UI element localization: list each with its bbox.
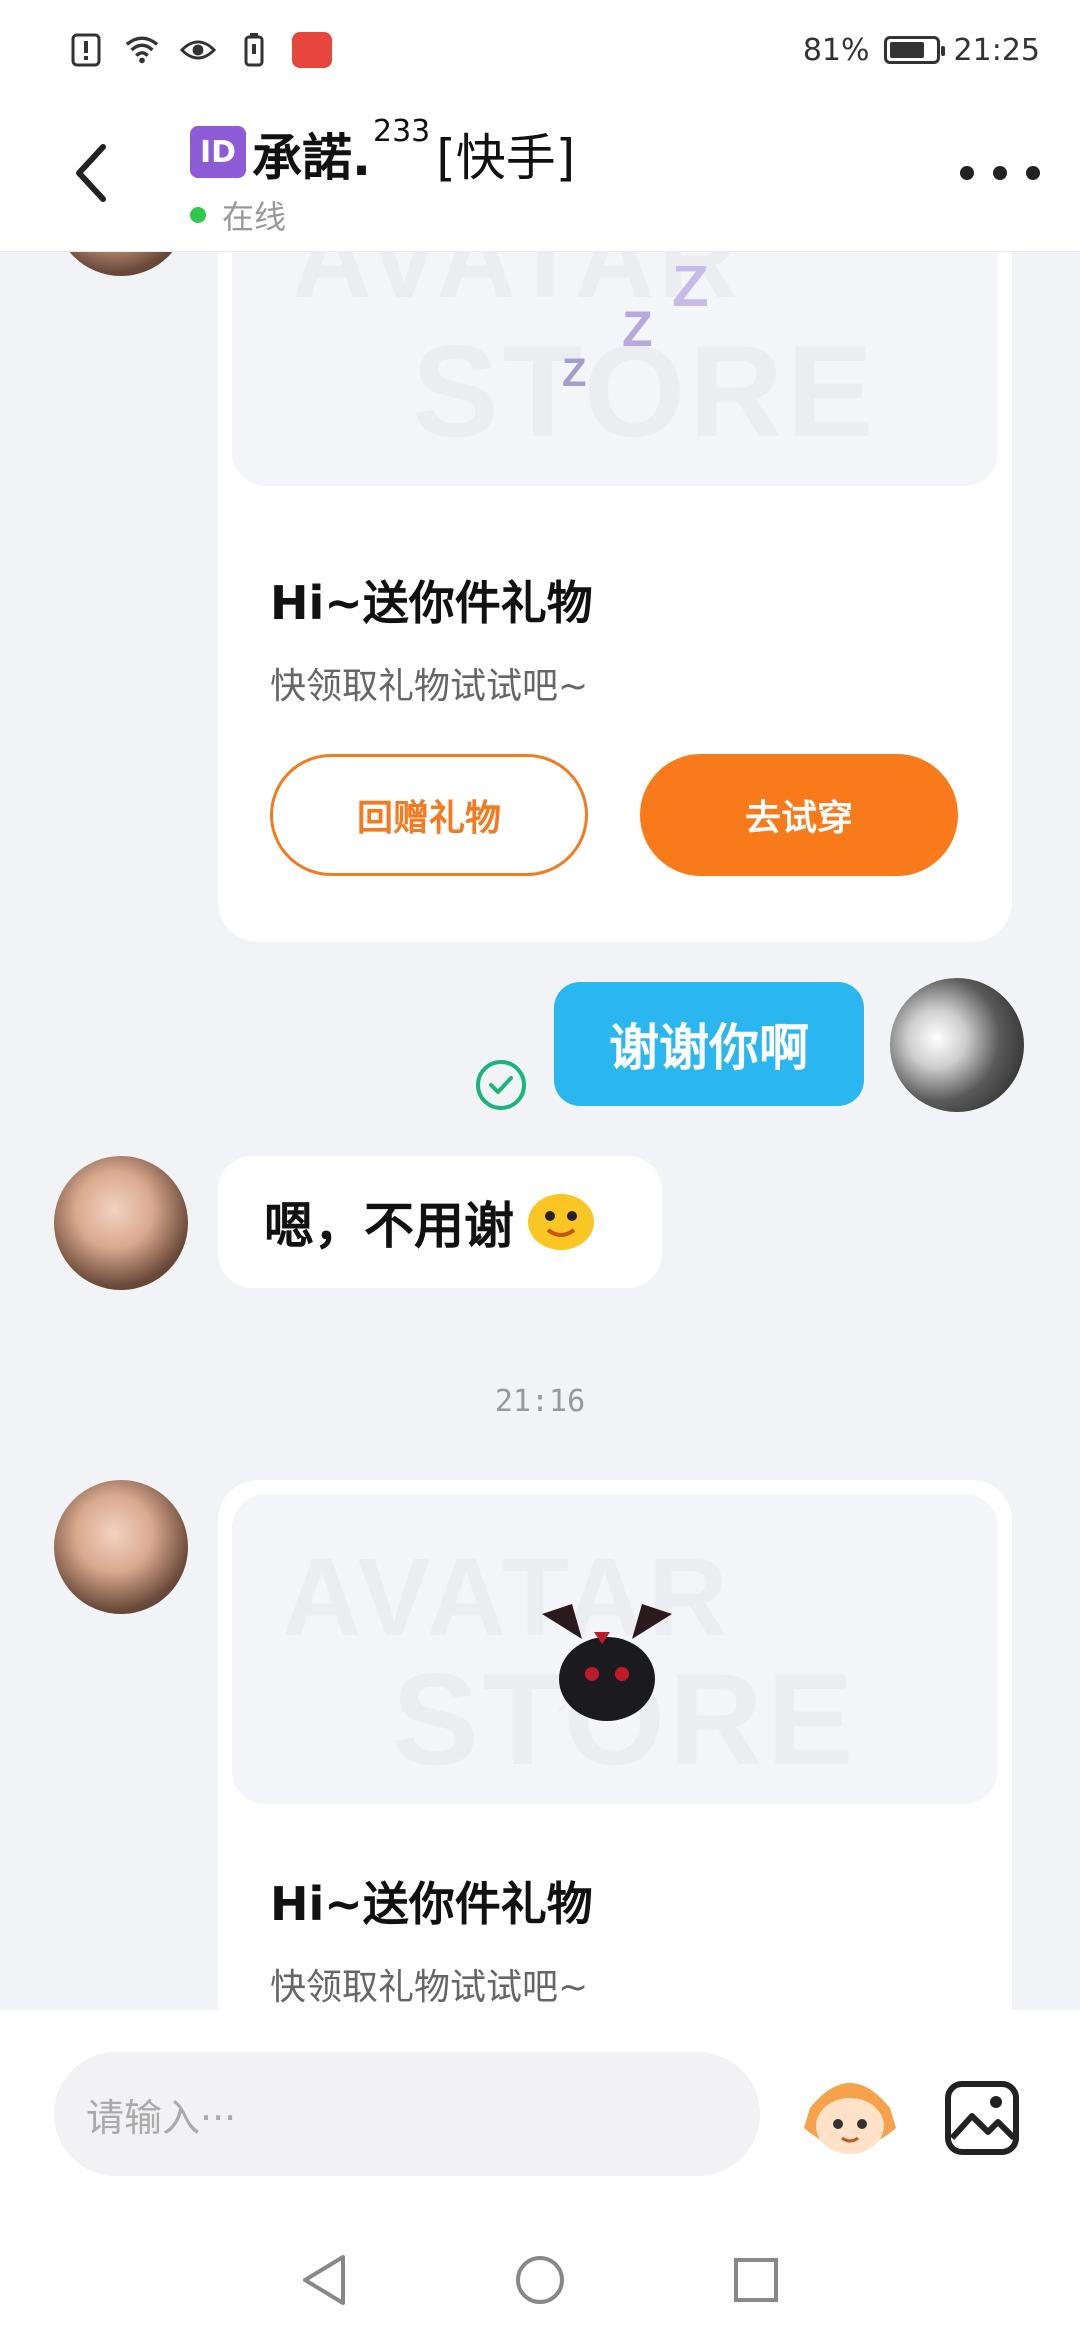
nav-recent-icon xyxy=(734,2258,778,2302)
image-button[interactable] xyxy=(944,2080,1020,2156)
chat-title[interactable]: ID 承諾. 233 [快手] 在线 xyxy=(190,114,576,238)
gift-card-title: Hi~送你件礼物 xyxy=(270,576,593,630)
read-receipt xyxy=(476,1060,526,1110)
system-navbar xyxy=(0,2220,1080,2340)
their-message-text: 嗯，不用谢 xyxy=(264,1197,514,1255)
status-icons-left xyxy=(68,32,332,68)
contact-avatar[interactable] xyxy=(54,1156,188,1290)
eye-icon xyxy=(180,32,216,68)
my-avatar[interactable] xyxy=(890,978,1024,1112)
more-button[interactable] xyxy=(960,158,1040,188)
contact-superscript: 233 xyxy=(373,114,431,149)
battery-percent: 81% xyxy=(802,32,870,68)
gift-image: AVATAR STORE xyxy=(232,1494,998,1804)
svg-text:Z: Z xyxy=(622,301,653,357)
gift-card-subtitle: 快领取礼物试试吧~ xyxy=(270,1967,589,2008)
nav-home-button[interactable] xyxy=(512,2252,568,2308)
gift-card-title: Hi~送你件礼物 xyxy=(270,1877,593,1931)
svg-text:Z: Z xyxy=(672,266,709,319)
input-bar: 请输入··· xyxy=(0,2010,1080,2220)
svg-text:Z: Z xyxy=(562,351,586,395)
back-button[interactable] xyxy=(60,138,120,208)
return-gift-button[interactable]: 回赠礼物 xyxy=(270,754,588,876)
nav-back-icon xyxy=(303,2255,345,2305)
my-message-bubble[interactable]: 谢谢你啊 xyxy=(554,982,864,1106)
gift-card-subtitle: 快领取礼物试试吧~ xyxy=(270,666,589,707)
online-text: 在线 xyxy=(222,198,287,236)
alert-icon xyxy=(68,32,104,68)
time-divider: 21:16 xyxy=(494,1384,586,1419)
contact-avatar[interactable] xyxy=(54,1480,188,1614)
battery-fill xyxy=(889,42,925,58)
sticker-button[interactable] xyxy=(800,2068,900,2162)
online-status: 在线 xyxy=(190,192,575,238)
id-badge: ID xyxy=(190,126,246,178)
gift-card[interactable]: AVATAR STORE Hi~送你件礼物 快领取礼物试试吧~ xyxy=(218,1480,1012,2010)
chat-area[interactable]: AVATAR STORE Z Z Z Hi~送你件礼物 快领取礼物试试吧~ 回赠… xyxy=(0,252,1080,2010)
battery-icon xyxy=(883,36,945,64)
nav-home-icon xyxy=(516,2256,564,2304)
wifi-icon xyxy=(124,32,160,68)
back-arrow-icon xyxy=(76,144,106,202)
clock: 21:25 xyxy=(953,32,1040,68)
their-message-bubble[interactable]: 嗯，不用谢 xyxy=(218,1156,662,1288)
gift-image: AVATAR STORE Z Z Z xyxy=(232,252,998,486)
status-bar: 81% 21:25 xyxy=(0,0,1080,100)
chat-header: ID 承諾. 233 [快手] 在线 xyxy=(0,100,1080,252)
status-icons-right: 81% 21:25 xyxy=(803,33,1040,68)
message-input[interactable]: 请输入··· xyxy=(54,2052,760,2176)
try-on-button[interactable]: 去试穿 xyxy=(640,754,958,876)
gift-card[interactable]: AVATAR STORE Z Z Z Hi~送你件礼物 快领取礼物试试吧~ 回赠… xyxy=(218,252,1012,942)
sleeping-z-icon: Z Z Z xyxy=(562,266,709,395)
check-icon xyxy=(489,1076,513,1094)
more-icon xyxy=(960,166,974,180)
battery-small-icon xyxy=(236,32,272,68)
online-dot xyxy=(190,207,206,223)
contact-name: 承諾. xyxy=(252,129,371,187)
app-notification-icon xyxy=(292,32,332,68)
sticker-icon xyxy=(804,2083,896,2154)
devil-cat-icon xyxy=(542,1604,672,1721)
image-icon xyxy=(945,2081,1019,2155)
nav-recent-button[interactable] xyxy=(728,2252,784,2308)
contact-tag: [快手] xyxy=(436,129,576,187)
smile-emoji-icon xyxy=(528,1194,594,1250)
avatar[interactable] xyxy=(54,252,188,276)
nav-back-button[interactable] xyxy=(296,2252,352,2308)
